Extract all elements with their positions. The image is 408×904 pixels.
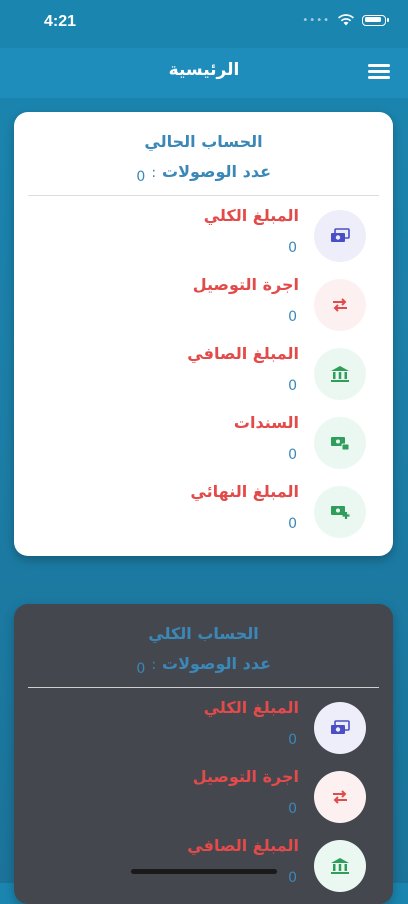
list-item-delivery-fee: اجرة التوصيل 0 bbox=[14, 767, 393, 839]
list-item-bonds: السندات 0 bbox=[14, 413, 393, 485]
row-value: 0 bbox=[288, 732, 297, 748]
navigation-bar: الرئيسية bbox=[0, 48, 408, 98]
row-label: المبلغ الكلي bbox=[203, 698, 299, 717]
status-icons: •••• bbox=[302, 14, 389, 26]
receipts-count-value: 0 bbox=[136, 661, 146, 677]
total-account-card: الحساب الكلي عدد الوصولات : 0 المبلغ الك… bbox=[14, 604, 393, 904]
page-title: الرئيسية bbox=[168, 60, 240, 80]
row-value: 0 bbox=[288, 801, 297, 817]
signal-icon: •••• bbox=[302, 14, 330, 26]
transfer-arrows-icon bbox=[314, 279, 366, 331]
bank-icon bbox=[314, 348, 366, 400]
list-item-total-amount: المبلغ الكلي 0 bbox=[14, 698, 393, 770]
divider bbox=[28, 687, 379, 688]
hamburger-menu-icon[interactable] bbox=[368, 64, 390, 80]
home-indicator[interactable] bbox=[131, 869, 277, 874]
list-item-net-amount: المبلغ الصافي 0 bbox=[14, 344, 393, 416]
row-label: المبلغ النهائي bbox=[190, 482, 299, 501]
money-add-icon bbox=[314, 486, 366, 538]
receipts-count-colon: : bbox=[151, 657, 157, 673]
divider bbox=[28, 195, 379, 196]
money-icon bbox=[314, 210, 366, 262]
money-lock-icon bbox=[314, 417, 366, 469]
wifi-icon bbox=[338, 14, 354, 26]
transfer-arrows-icon bbox=[314, 771, 366, 823]
battery-icon bbox=[362, 14, 389, 26]
receipts-count-label: عدد الوصولات bbox=[162, 654, 271, 673]
money-icon bbox=[314, 702, 366, 754]
row-label: المبلغ الصافي bbox=[187, 836, 299, 855]
list-item-total-amount: المبلغ الكلي 0 bbox=[14, 206, 393, 278]
bank-icon bbox=[314, 840, 366, 892]
row-label: اجرة التوصيل bbox=[192, 275, 299, 294]
row-label: المبلغ الصافي bbox=[187, 344, 299, 363]
status-time: 4:21 bbox=[44, 13, 77, 30]
row-label: المبلغ الكلي bbox=[203, 206, 299, 225]
row-value: 0 bbox=[288, 870, 297, 886]
row-label: اجرة التوصيل bbox=[192, 767, 299, 786]
receipts-count-colon: : bbox=[151, 165, 157, 181]
row-label: السندات bbox=[233, 413, 299, 432]
row-value: 0 bbox=[288, 240, 297, 256]
row-value: 0 bbox=[288, 378, 297, 394]
list-item-final-amount: المبلغ النهائي 0 bbox=[14, 482, 393, 554]
receipts-count: عدد الوصولات : 0 bbox=[136, 654, 271, 677]
receipts-count: عدد الوصولات : 0 bbox=[136, 162, 271, 185]
list-item-delivery-fee: اجرة التوصيل 0 bbox=[14, 275, 393, 347]
card-title: الحساب الحالي bbox=[144, 132, 263, 151]
row-value: 0 bbox=[288, 309, 297, 325]
row-value: 0 bbox=[288, 516, 297, 532]
receipts-count-label: عدد الوصولات bbox=[162, 162, 271, 181]
row-value: 0 bbox=[288, 447, 297, 463]
card-title: الحساب الكلي bbox=[148, 624, 259, 643]
status-bar: 4:21 •••• bbox=[0, 0, 408, 48]
receipts-count-value: 0 bbox=[136, 169, 146, 185]
current-account-card: الحساب الحالي عدد الوصولات : 0 المبلغ ال… bbox=[14, 112, 393, 556]
